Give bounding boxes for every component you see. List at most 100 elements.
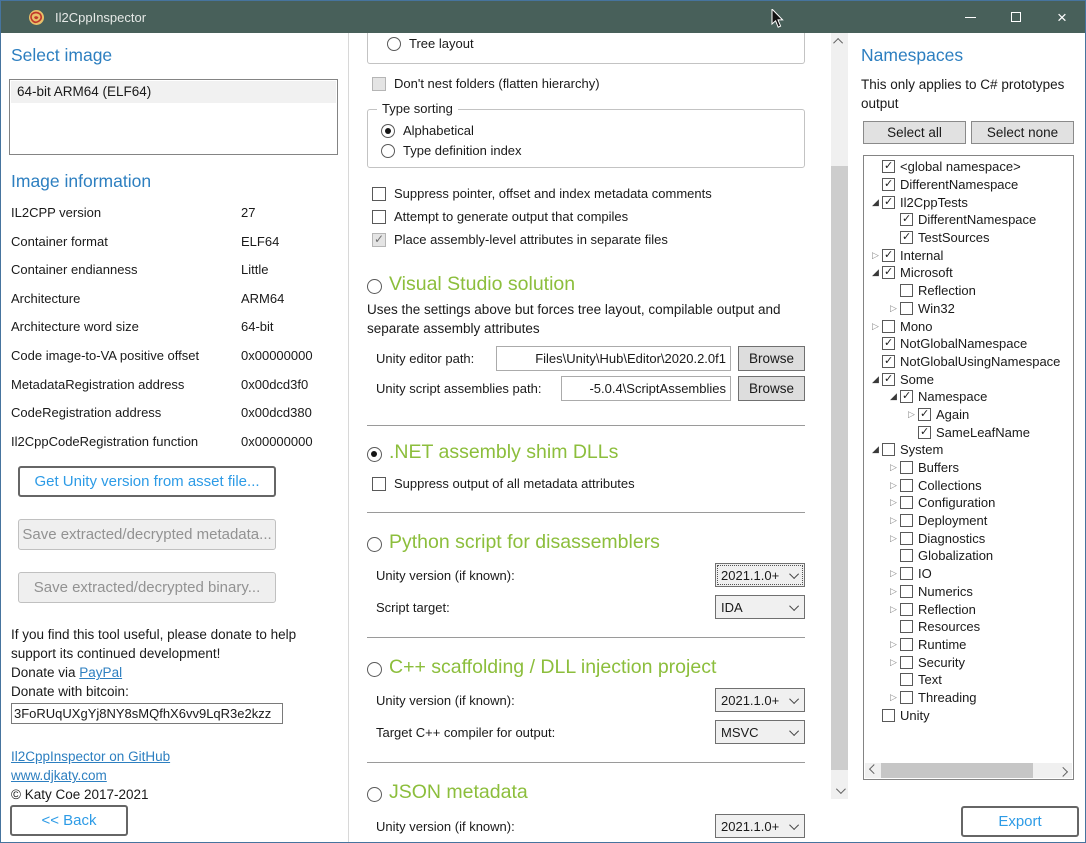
cpp-compiler-combobox[interactable]: MSVC: [715, 720, 805, 744]
tree-expander-icon[interactable]: [887, 461, 900, 474]
tree-item-checkbox[interactable]: [900, 284, 913, 297]
tree-item-checkbox[interactable]: [900, 213, 913, 226]
assembly-attributes-checkbox[interactable]: [372, 233, 386, 247]
tree-item[interactable]: Deployment: [864, 512, 1073, 530]
tree-item-checkbox[interactable]: [900, 532, 913, 545]
back-button[interactable]: << Back: [10, 805, 128, 836]
shim-dlls-section-option[interactable]: .NET assembly shim DLLs: [367, 441, 805, 464]
bitcoin-address-input[interactable]: [11, 703, 283, 724]
minimize-button[interactable]: [947, 1, 993, 33]
tree-item[interactable]: Mono: [864, 317, 1073, 335]
python-unity-version-combobox[interactable]: 2021.1.0+: [715, 563, 805, 587]
visual-studio-radio[interactable]: [367, 279, 382, 294]
browse-editor-path-button[interactable]: Browse: [738, 346, 805, 371]
tree-item-checkbox[interactable]: [900, 496, 913, 509]
export-button[interactable]: Export: [961, 806, 1079, 837]
maximize-button[interactable]: [993, 1, 1039, 33]
paypal-link[interactable]: PayPal: [79, 665, 122, 680]
script-target-combobox[interactable]: IDA: [715, 595, 805, 619]
tree-expander-icon[interactable]: [887, 691, 900, 704]
tree-item-checkbox[interactable]: [882, 160, 895, 173]
tree-item-checkbox[interactable]: [882, 355, 895, 368]
type-definition-index-radio[interactable]: [381, 144, 395, 158]
python-script-radio[interactable]: [367, 537, 382, 552]
attempt-compile-option[interactable]: Attempt to generate output that compiles: [372, 209, 805, 225]
suppress-pointer-checkbox[interactable]: [372, 187, 386, 201]
tree-item[interactable]: Globalization: [864, 547, 1073, 565]
tree-item[interactable]: Diagnostics: [864, 529, 1073, 547]
select-none-button[interactable]: Select none: [971, 121, 1074, 144]
shim-dlls-radio[interactable]: [367, 447, 382, 462]
alphabetical-option[interactable]: Alphabetical: [381, 123, 804, 139]
tree-item[interactable]: Buffers: [864, 459, 1073, 477]
tree-item-checkbox[interactable]: [882, 178, 895, 191]
tree-item[interactable]: NotGlobalUsingNamespace: [864, 353, 1073, 371]
tree-item-checkbox[interactable]: [900, 656, 913, 669]
visual-studio-section-option[interactable]: Visual Studio solution: [367, 273, 805, 296]
dont-nest-option[interactable]: Don't nest folders (flatten hierarchy): [372, 76, 805, 92]
cpp-scaffolding-section-option[interactable]: C++ scaffolding / DLL injection project: [367, 656, 805, 679]
dont-nest-checkbox[interactable]: [372, 77, 386, 91]
tree-item[interactable]: Collections: [864, 476, 1073, 494]
tree-item-checkbox[interactable]: [900, 514, 913, 527]
scroll-right-button[interactable]: [1057, 763, 1072, 778]
save-metadata-button[interactable]: Save extracted/decrypted metadata...: [18, 519, 276, 550]
tree-item[interactable]: Some: [864, 370, 1073, 388]
tree-item-checkbox[interactable]: [900, 461, 913, 474]
tree-item-checkbox[interactable]: [900, 603, 913, 616]
tree-expander-icon[interactable]: [869, 249, 882, 262]
tree-item-checkbox[interactable]: [900, 390, 913, 403]
attempt-compile-checkbox[interactable]: [372, 210, 386, 224]
image-listbox[interactable]: 64-bit ARM64 (ELF64): [9, 79, 338, 155]
tree-expander-icon[interactable]: [887, 390, 900, 403]
image-list-item[interactable]: 64-bit ARM64 (ELF64): [11, 81, 336, 103]
json-unity-version-combobox[interactable]: 2021.1.0+: [715, 814, 805, 838]
tree-item-checkbox[interactable]: [900, 620, 913, 633]
tree-layout-option[interactable]: Tree layout: [387, 36, 804, 52]
tree-item-checkbox[interactable]: [900, 549, 913, 562]
tree-expander-icon[interactable]: [905, 408, 918, 421]
tree-item[interactable]: Il2CppTests: [864, 193, 1073, 211]
tree-layout-radio[interactable]: [387, 37, 401, 51]
tree-expander-icon[interactable]: [887, 656, 900, 669]
tree-item[interactable]: Threading: [864, 689, 1073, 707]
suppress-metadata-checkbox[interactable]: [372, 477, 386, 491]
tree-item[interactable]: Text: [864, 671, 1073, 689]
script-assemblies-path-input[interactable]: -5.0.4\ScriptAssemblies: [561, 376, 731, 401]
tree-item[interactable]: IO: [864, 565, 1073, 583]
tree-expander-icon[interactable]: [887, 567, 900, 580]
scroll-left-button[interactable]: [865, 763, 880, 778]
tree-item-checkbox[interactable]: [900, 691, 913, 704]
tree-item[interactable]: Security: [864, 653, 1073, 671]
tree-expander-icon[interactable]: [869, 320, 882, 333]
tree-item-checkbox[interactable]: [882, 249, 895, 262]
tree-item-checkbox[interactable]: [900, 231, 913, 244]
scrollbar-thumb[interactable]: [831, 166, 848, 770]
tree-item-checkbox[interactable]: [900, 567, 913, 580]
tree-item-checkbox[interactable]: [900, 585, 913, 598]
tree-item[interactable]: DifferentNamespace: [864, 211, 1073, 229]
options-vertical-scrollbar[interactable]: [831, 33, 848, 799]
browse-script-assemblies-button[interactable]: Browse: [738, 376, 805, 401]
tree-expander-icon[interactable]: [869, 266, 882, 279]
alphabetical-radio[interactable]: [381, 124, 395, 138]
tree-item-checkbox[interactable]: [882, 266, 895, 279]
save-binary-button[interactable]: Save extracted/decrypted binary...: [18, 572, 276, 603]
tree-item[interactable]: Resources: [864, 618, 1073, 636]
tree-item-checkbox[interactable]: [918, 408, 931, 421]
tree-expander-icon[interactable]: [887, 603, 900, 616]
tree-expander-icon[interactable]: [887, 585, 900, 598]
tree-item[interactable]: SameLeafName: [864, 423, 1073, 441]
website-link[interactable]: www.djkaty.com: [11, 768, 107, 783]
scroll-down-button[interactable]: [831, 782, 848, 799]
tree-item[interactable]: Unity: [864, 706, 1073, 724]
tree-expander-icon[interactable]: [887, 514, 900, 527]
tree-item[interactable]: TestSources: [864, 229, 1073, 247]
scrollbar-thumb[interactable]: [881, 763, 1033, 778]
tree-expander-icon[interactable]: [887, 638, 900, 651]
tree-expander-icon[interactable]: [869, 196, 882, 209]
tree-expander-icon[interactable]: [887, 532, 900, 545]
tree-item[interactable]: NotGlobalNamespace: [864, 335, 1073, 353]
tree-item[interactable]: <global namespace>: [864, 158, 1073, 176]
tree-item[interactable]: Reflection: [864, 282, 1073, 300]
